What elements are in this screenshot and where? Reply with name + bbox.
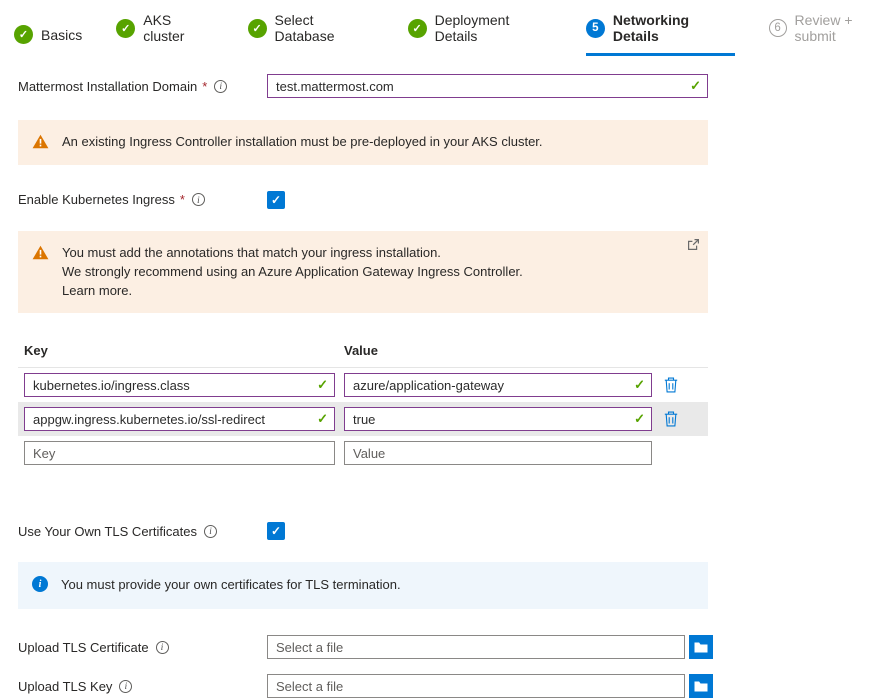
annotation-value-input-empty[interactable] [344,441,652,465]
delete-row-button[interactable] [664,377,678,393]
enable-ingress-row: Enable Kubernetes Ingress * i ✓ [18,191,894,209]
networking-details-form: Mattermost Installation Domain * i ✓ An … [0,74,894,698]
domain-input[interactable] [267,74,708,98]
check-glyph: ✓ [252,22,261,35]
tab-review-submit[interactable]: 6 Review + submit [769,12,894,56]
wizard-tabs: ✓ Basics ✓ AKS cluster ✓ Select Database… [0,0,894,56]
info-icon[interactable]: i [204,525,217,538]
upload-certificate-row: Upload TLS Certificate i [18,635,894,659]
label-text: Upload TLS Certificate [18,640,149,655]
label-text: Use Your Own TLS Certificates [18,524,197,539]
tab-deployment-details[interactable]: ✓ Deployment Details [408,12,552,56]
info-text: You must provide your own certificates f… [61,576,401,595]
info-glyph: i [39,579,42,590]
upload-key-row: Upload TLS Key i [18,674,894,698]
info-banner-tls: i You must provide your own certificates… [18,562,708,609]
tab-select-database[interactable]: ✓ Select Database [248,12,374,56]
tab-basics[interactable]: ✓ Basics [14,25,82,56]
warning-banner-annotations: You must add the annotations that match … [18,231,708,314]
browse-key-button[interactable] [689,674,713,698]
step-number-icon: 5 [586,19,605,38]
external-link-icon[interactable] [688,238,699,253]
value-input-wrap [344,441,652,465]
step-complete-icon: ✓ [248,19,267,38]
label-text: Upload TLS Key [18,679,112,694]
warning-line: We strongly recommend using an Azure App… [62,263,523,282]
annotation-value-input[interactable] [344,373,652,397]
enable-ingress-label: Enable Kubernetes Ingress * i [18,192,267,207]
key-column-header: Key [24,343,335,358]
warning-text: You must add the annotations that match … [62,244,523,301]
annotation-key-input[interactable] [24,373,335,397]
upload-key-input-wrap [267,674,685,698]
tab-label: Networking Details [613,12,735,44]
upload-certificate-input-wrap [267,635,685,659]
info-icon[interactable]: i [119,680,132,693]
info-icon[interactable]: i [156,641,169,654]
domain-field-row: Mattermost Installation Domain * i ✓ [18,74,894,98]
key-input-wrap: ✓ [24,407,335,431]
annotation-key-input-empty[interactable] [24,441,335,465]
tab-aks-cluster[interactable]: ✓ AKS cluster [116,12,213,56]
annotation-value-input[interactable] [344,407,652,431]
upload-certificate-input[interactable] [267,635,685,659]
tab-label: Select Database [275,12,374,44]
tab-label: Basics [41,27,82,43]
annotation-key-input[interactable] [24,407,335,431]
value-column-header: Value [344,343,652,358]
domain-input-wrap: ✓ [267,74,708,98]
annotation-row: ✓ ✓ [18,402,708,436]
learn-more-link[interactable]: Learn more. [62,282,523,301]
tab-label: AKS cluster [143,12,213,44]
required-asterisk: * [202,79,207,94]
domain-field-label: Mattermost Installation Domain * i [18,79,267,94]
annotation-row: ✓ ✓ [18,368,708,402]
enable-ingress-checkbox[interactable]: ✓ [267,191,285,209]
tab-label: Review + submit [795,12,894,44]
warning-text: An existing Ingress Controller installat… [62,133,543,152]
tab-label: Deployment Details [435,12,552,44]
check-glyph: ✓ [413,22,422,35]
upload-key-label: Upload TLS Key i [18,679,267,694]
required-asterisk: * [180,192,185,207]
checkbox-check-icon: ✓ [271,194,281,206]
upload-key-input[interactable] [267,674,685,698]
tls-certificates-label: Use Your Own TLS Certificates i [18,524,267,539]
upload-certificate-label: Upload TLS Certificate i [18,640,267,655]
label-text: Enable Kubernetes Ingress [18,192,175,207]
step-complete-icon: ✓ [116,19,135,38]
key-input-wrap: ✓ [24,373,335,397]
tab-networking-details[interactable]: 5 Networking Details [586,12,735,56]
info-filled-icon: i [32,576,48,592]
step-number-icon: 6 [769,19,787,37]
info-icon[interactable]: i [192,193,205,206]
annotations-table-header: Key Value [18,343,708,368]
annotations-table: Key Value ✓ ✓ ✓ ✓ [18,343,708,470]
value-input-wrap: ✓ [344,373,652,397]
value-input-wrap: ✓ [344,407,652,431]
delete-row-button[interactable] [664,411,678,427]
warning-banner-ingress-controller: An existing Ingress Controller installat… [18,120,708,165]
label-text: Mattermost Installation Domain [18,79,197,94]
browse-certificate-button[interactable] [689,635,713,659]
checkbox-check-icon: ✓ [271,525,281,537]
warning-line: You must add the annotations that match … [62,244,523,263]
key-input-wrap [24,441,335,465]
step-complete-icon: ✓ [14,25,33,44]
check-glyph: ✓ [121,22,130,35]
tls-certificates-row: Use Your Own TLS Certificates i ✓ [18,522,894,540]
tls-certificates-checkbox[interactable]: ✓ [267,522,285,540]
annotation-row-empty [18,436,708,470]
warning-icon [32,245,49,260]
info-icon[interactable]: i [214,80,227,93]
check-glyph: ✓ [19,28,28,41]
step-complete-icon: ✓ [408,19,427,38]
warning-icon [32,134,49,149]
